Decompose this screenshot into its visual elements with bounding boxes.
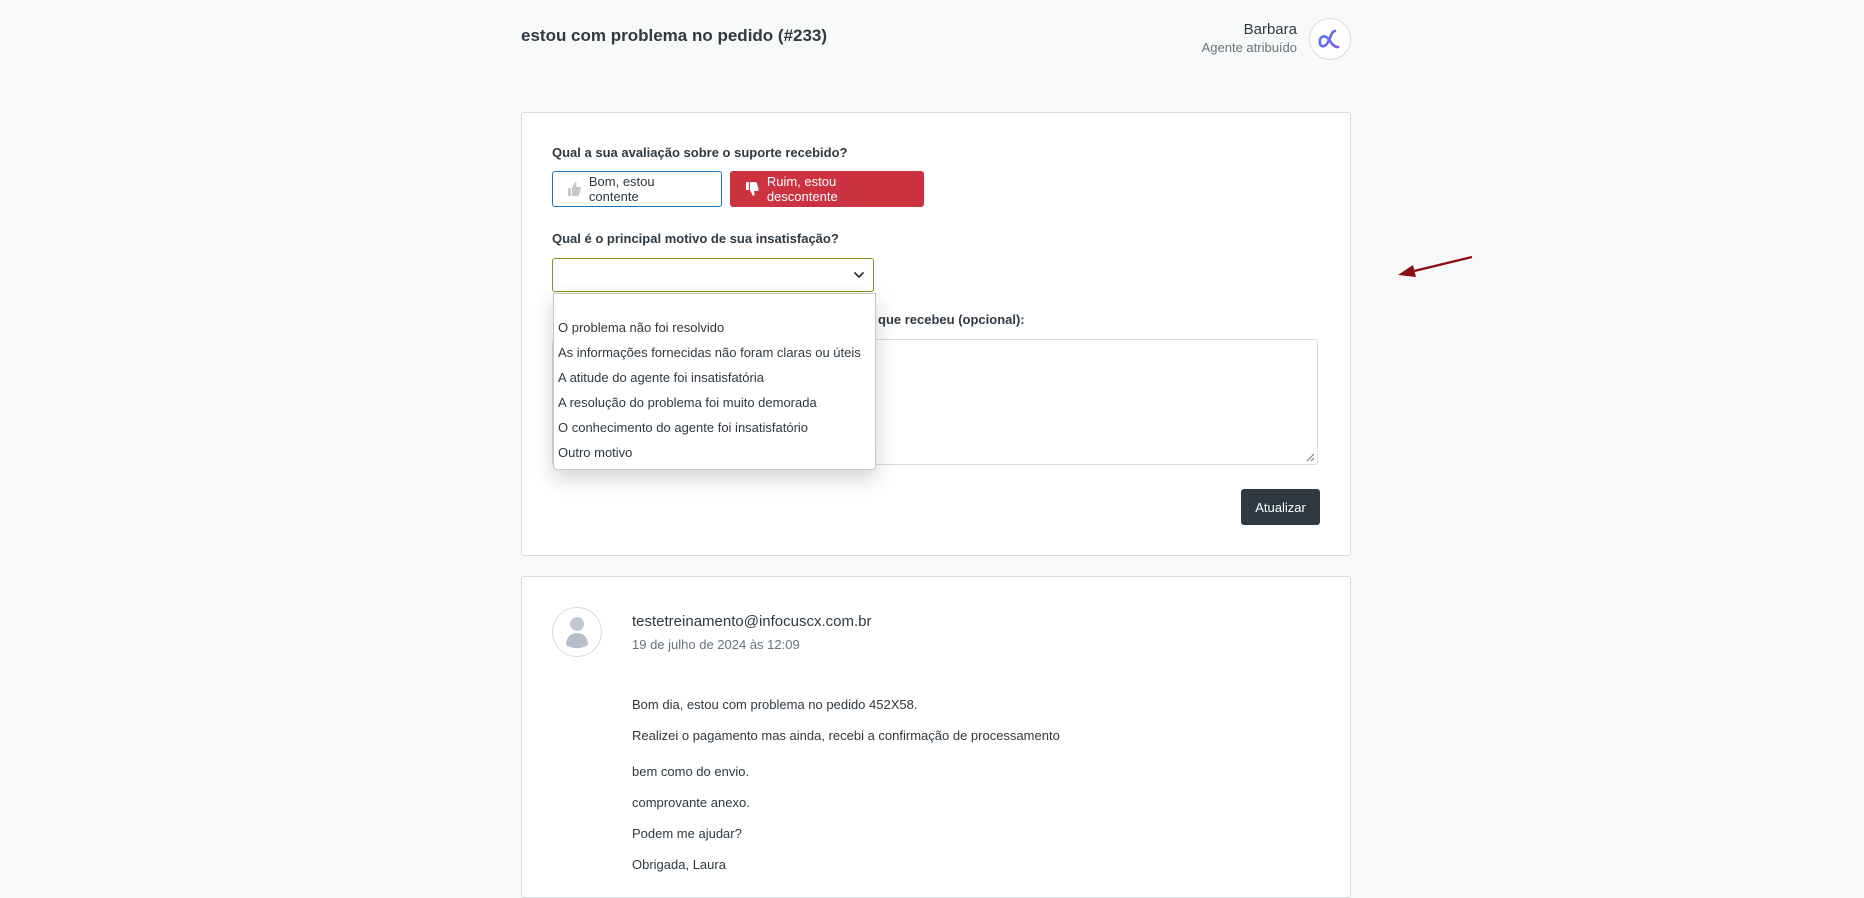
agent-avatar — [1309, 18, 1351, 60]
resize-grip-icon[interactable] — [1306, 453, 1315, 462]
comment-line: comprovante anexo. — [632, 795, 750, 810]
comment-date: 19 de julho de 2024 às 12:09 — [632, 637, 800, 652]
reason-option[interactable]: O conhecimento do agente foi insatisfató… — [558, 420, 808, 435]
chevron-down-icon — [854, 272, 864, 278]
annotation-arrow-icon — [1398, 255, 1473, 277]
rating-question: Qual a sua avaliação sobre o suporte rec… — [552, 145, 848, 160]
update-button[interactable]: Atualizar — [1241, 489, 1320, 525]
user-icon — [566, 617, 588, 648]
comment-author: testetreinamento@infocuscx.com.br — [632, 613, 872, 630]
reason-option[interactable]: A resolução do problema foi muito demora… — [558, 395, 817, 410]
comment-label: que recebeu (opcional): — [878, 312, 1025, 327]
avatar — [552, 607, 602, 657]
assigned-agent: Barbara Agente atribuído — [1202, 18, 1351, 60]
comment-line: Obrigada, Laura — [632, 857, 726, 872]
comment-line: Podem me ajudar? — [632, 826, 742, 841]
reason-option[interactable]: Outro motivo — [558, 445, 632, 460]
reason-dropdown-list: O problema não foi resolvido As informaç… — [553, 293, 876, 470]
rating-good-label: Bom, estou contente — [588, 174, 655, 204]
brand-logo-icon — [1318, 29, 1340, 49]
reason-option[interactable]: O problema não foi resolvido — [558, 320, 724, 335]
rating-bad-label: Ruim, estou descontente — [766, 174, 838, 204]
ticket-page: estou com problema no pedido (#233) Barb… — [521, 0, 1473, 898]
comment-line: Bom dia, estou com problema no pedido 45… — [632, 697, 918, 712]
agent-name: Barbara — [1243, 21, 1297, 38]
page-title: estou com problema no pedido (#233) — [521, 26, 828, 45]
reason-option[interactable]: A atitude do agente foi insatisfatória — [558, 370, 764, 385]
reason-option[interactable]: As informações fornecidas não foram clar… — [558, 345, 861, 360]
reason-select[interactable] — [552, 258, 874, 292]
comment-line: bem como do envio. — [632, 764, 750, 779]
agent-role: Agente atribuído — [1201, 40, 1297, 55]
thumbs-down-icon — [745, 182, 759, 196]
comment-card: testetreinamento@infocuscx.com.br 19 de … — [521, 576, 1351, 898]
thumbs-up-icon — [567, 182, 581, 196]
comment-line: Realizei o pagamento mas ainda, recebi a… — [632, 728, 1060, 743]
rating-good-button[interactable]: Bom, estou contente — [552, 171, 722, 207]
reason-question: Qual é o principal motivo de sua insatis… — [552, 231, 839, 246]
rating-bad-button[interactable]: Ruim, estou descontente — [730, 171, 924, 207]
rating-card: Qual a sua avaliação sobre o suporte rec… — [521, 112, 1351, 556]
